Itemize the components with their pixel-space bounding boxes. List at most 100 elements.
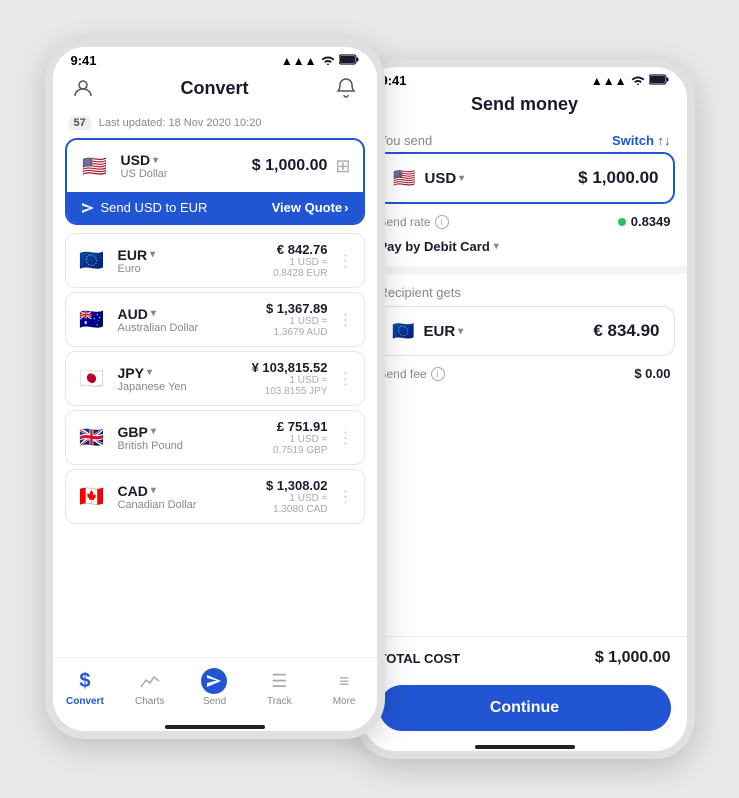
send-fee-info-icon[interactable]: i	[431, 367, 445, 381]
rate-dot	[618, 218, 626, 226]
nav-charts[interactable]: Charts	[117, 664, 182, 711]
gbp-label: GBP ▾ British Pound	[118, 424, 183, 452]
send-nav-icon	[201, 668, 227, 694]
aud-values: $ 1,367.89 1 USD =1.3679 AUD	[266, 301, 327, 338]
gbp-row-right: £ 751.91 1 USD =0.7519 GBP ⋮	[273, 419, 353, 456]
chevron-down-recipient: ▾	[458, 326, 463, 337]
home-indicator-right	[475, 745, 575, 749]
switch-btn[interactable]: Switch ↑↓	[612, 133, 671, 148]
cad-menu-icon[interactable]: ⋮	[338, 487, 354, 507]
pay-method-row[interactable]: Pay by Debit Card ▾	[363, 235, 687, 262]
jpy-menu-icon[interactable]: ⋮	[338, 369, 354, 389]
gbp-menu-icon[interactable]: ⋮	[338, 428, 354, 448]
aud-label: AUD ▾ Australian Dollar	[118, 306, 199, 334]
convert-nav-icon: $	[72, 668, 98, 694]
status-bar-right: 9:41 ▲▲▲	[363, 67, 687, 90]
send-rate-row: Send rate i 0.8349	[363, 208, 687, 235]
jpy-flag: 🇯🇵	[76, 363, 108, 395]
battery-icon-right	[649, 74, 669, 88]
aud-amount: $ 1,367.89	[266, 301, 327, 316]
you-send-amount[interactable]: $ 1,000.00	[578, 168, 658, 188]
jpy-label: JPY ▾ Japanese Yen	[118, 365, 187, 393]
dropdown-arrow-from[interactable]: ▾	[153, 155, 158, 166]
nav-more[interactable]: ≡ More	[312, 664, 377, 711]
convert-title: Convert	[180, 78, 248, 99]
cad-rate: 1 USD =1.3080 CAD	[266, 493, 327, 515]
you-send-currency-select[interactable]: 🇺🇸 USD ▾	[391, 164, 465, 192]
convert-phone: 9:41 ▲▲▲ Convert 57 Last	[45, 39, 385, 739]
profile-icon[interactable]	[69, 74, 97, 102]
nav-send[interactable]: Send	[182, 664, 247, 711]
recipient-code: EUR ▾	[424, 323, 464, 340]
section-divider	[363, 266, 687, 274]
wifi-icon-right	[631, 74, 645, 88]
recipient-gets-card[interactable]: 🇪🇺 EUR ▾ € 834.90	[375, 306, 675, 356]
aud-info: 🇦🇺 AUD ▾ Australian Dollar	[76, 304, 199, 336]
pay-method-text: Pay by Debit Card ▾	[379, 239, 499, 254]
eur-label: EUR ▾ Euro	[118, 247, 156, 275]
cad-code: CAD ▾	[118, 483, 197, 499]
aud-name: Australian Dollar	[118, 322, 199, 334]
total-cost-row: TOTAL COST $ 1,000.00	[363, 636, 687, 679]
gbp-flag: 🇬🇧	[76, 422, 108, 454]
bell-icon[interactable]	[332, 74, 360, 102]
status-time-left: 9:41	[71, 53, 97, 68]
jpy-rate: 1 USD =103.8155 JPY	[252, 375, 328, 397]
view-quote-btn[interactable]: View Quote ›	[272, 200, 349, 215]
you-send-code: USD ▾	[425, 170, 465, 187]
eur-rate: 1 USD =0.8428 EUR	[273, 257, 327, 279]
from-card-top: 🇺🇸 USD ▾ US Dollar $ 1,000.00 ⊞	[67, 140, 363, 192]
send-nav-label: Send	[203, 696, 226, 707]
send-fee-row: Send fee i $ 0.00	[363, 360, 687, 387]
home-indicator-left	[165, 725, 265, 729]
jpy-values: ¥ 103,815.52 1 USD =103.8155 JPY	[252, 360, 328, 397]
cad-row[interactable]: 🇨🇦 CAD ▾ Canadian Dollar $ 1,308.02 1 US…	[65, 469, 365, 524]
cad-name: Canadian Dollar	[118, 499, 197, 511]
you-send-flag: 🇺🇸	[391, 164, 419, 192]
send-money-phone: 9:41 ▲▲▲ Send money You send Switch ↑↓	[355, 59, 695, 759]
cad-row-right: $ 1,308.02 1 USD =1.3080 CAD ⋮	[266, 478, 353, 515]
gbp-name: British Pound	[118, 440, 183, 452]
status-icons-right: ▲▲▲	[591, 74, 669, 88]
continue-button[interactable]: Continue	[379, 685, 671, 731]
send-rate-info-icon[interactable]: i	[435, 215, 449, 229]
calculator-icon[interactable]: ⊞	[335, 156, 350, 177]
send-rate-value: 0.8349	[618, 214, 671, 229]
aud-code: AUD ▾	[118, 306, 199, 322]
you-send-input-card[interactable]: 🇺🇸 USD ▾ $ 1,000.00	[375, 152, 675, 204]
track-nav-icon: ☰	[266, 668, 292, 694]
recipient-currency-select[interactable]: 🇪🇺 EUR ▾	[390, 317, 464, 345]
nav-track[interactable]: ☰ Track	[247, 664, 312, 711]
jpy-row[interactable]: 🇯🇵 JPY ▾ Japanese Yen ¥ 103,815.52 1 USD…	[65, 351, 365, 406]
send-money-title: Send money	[471, 94, 578, 115]
gbp-rate: 1 USD =0.7519 GBP	[273, 434, 327, 456]
from-currency-card[interactable]: 🇺🇸 USD ▾ US Dollar $ 1,000.00 ⊞	[65, 138, 365, 225]
eur-row[interactable]: 🇪🇺 EUR ▾ Euro € 842.76 1 USD =0.8428 EUR…	[65, 233, 365, 288]
signal-icon: ▲▲▲	[281, 54, 317, 68]
eur-amount: € 842.76	[273, 242, 327, 257]
last-updated-text: Last updated: 18 Nov 2020 10:20	[99, 117, 262, 129]
more-nav-label: More	[333, 696, 356, 707]
eur-menu-icon[interactable]: ⋮	[338, 251, 354, 271]
cad-info: 🇨🇦 CAD ▾ Canadian Dollar	[76, 481, 197, 513]
jpy-code: JPY ▾	[118, 365, 187, 381]
send-fee-label: Send fee i	[379, 367, 445, 381]
nav-convert[interactable]: $ Convert	[53, 664, 118, 711]
bottom-nav-left: $ Convert Charts Send ☰ Track ≡	[53, 657, 377, 721]
gbp-code: GBP ▾	[118, 424, 183, 440]
aud-row[interactable]: 🇦🇺 AUD ▾ Australian Dollar $ 1,367.89 1 …	[65, 292, 365, 347]
status-bar-left: 9:41 ▲▲▲	[53, 47, 377, 70]
jpy-row-right: ¥ 103,815.52 1 USD =103.8155 JPY ⋮	[252, 360, 354, 397]
aud-menu-icon[interactable]: ⋮	[338, 310, 354, 330]
gbp-row[interactable]: 🇬🇧 GBP ▾ British Pound £ 751.91 1 USD =0…	[65, 410, 365, 465]
eur-flag: 🇪🇺	[76, 245, 108, 277]
update-badge: 57	[69, 116, 91, 130]
convert-nav-label: Convert	[66, 696, 104, 707]
battery-icon	[339, 54, 359, 68]
chevron-right-icon: ›	[344, 200, 348, 215]
eur-row-right: € 842.76 1 USD =0.8428 EUR ⋮	[273, 242, 353, 279]
total-cost-value: $ 1,000.00	[595, 649, 671, 667]
convert-header: Convert	[53, 70, 377, 112]
recipient-flag: 🇪🇺	[390, 317, 418, 345]
currency-list: 🇪🇺 EUR ▾ Euro € 842.76 1 USD =0.8428 EUR…	[53, 229, 377, 657]
